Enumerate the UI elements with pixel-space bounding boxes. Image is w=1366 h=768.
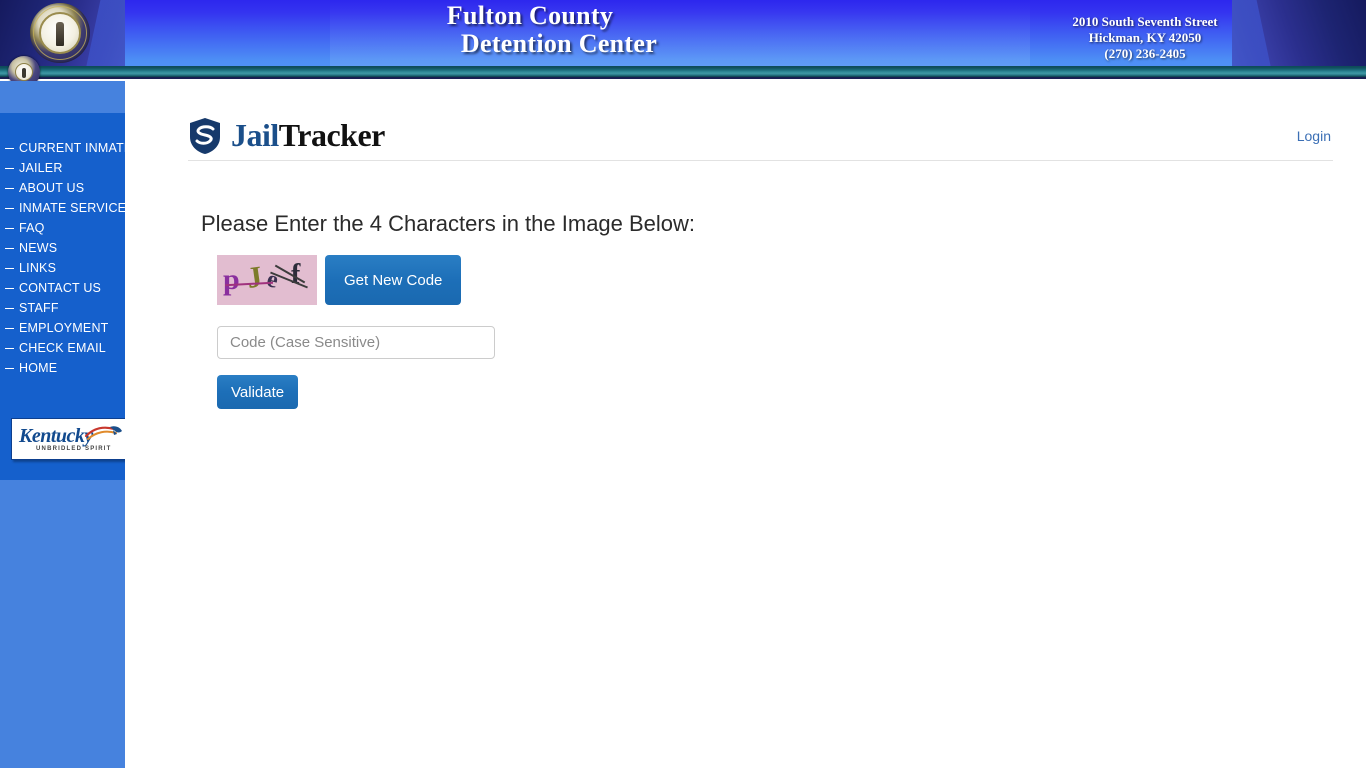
bullet-dash-icon	[5, 247, 14, 249]
captcha-char-3: e	[264, 266, 281, 294]
captcha-char-2: J	[244, 260, 265, 295]
bullet-dash-icon	[5, 367, 14, 369]
bullet-dash-icon	[5, 327, 14, 329]
bullet-dash-icon	[5, 207, 14, 209]
bullet-dash-icon	[5, 267, 14, 269]
login-link[interactable]: Login	[1297, 128, 1333, 144]
app-header: JailTracker Login	[188, 111, 1333, 161]
page-root: Fulton County Detention Center 2010 Sout…	[0, 0, 1366, 768]
jailtracker-wordmark: JailTracker	[231, 117, 385, 154]
banner-right-seal-panel	[1232, 0, 1366, 68]
kentucky-state-seal-icon	[30, 3, 90, 63]
sidebar-item-label: STAFF	[19, 301, 59, 315]
validate-button[interactable]: Validate	[217, 375, 299, 409]
address-line-1: 2010 South Seventh Street	[1072, 14, 1218, 29]
captcha-prompt: Please Enter the 4 Characters in the Ima…	[201, 211, 696, 236]
sidebar-item-label: CONTACT US	[19, 281, 102, 295]
sidebar-item-label: FAQ	[19, 221, 45, 235]
sidebar-item-label: NEWS	[19, 241, 58, 255]
captcha-image: p J e f	[217, 255, 317, 305]
address-line-2: Hickman, KY 42050	[1088, 30, 1202, 45]
facility-address: 2010 South Seventh Street Hickman, KY 42…	[1040, 14, 1250, 62]
bullet-dash-icon	[5, 287, 14, 289]
bullet-dash-icon	[5, 347, 14, 349]
sidebar-item-label: CHECK EMAIL	[19, 341, 106, 355]
bullet-dash-icon	[5, 227, 14, 229]
page-title: Fulton County Detention Center	[250, 2, 810, 58]
kentucky-logo-word: Kentucky	[19, 425, 93, 447]
bullet-dash-icon	[5, 187, 14, 189]
shield-icon	[190, 117, 220, 154]
sidebar-item-label: INMATE SERVICES	[19, 201, 135, 215]
teal-divider-bar	[0, 66, 1366, 79]
logo-text-tracker: Tracker	[278, 117, 386, 153]
main-content: JailTracker Login Please Enter the 4 Cha…	[125, 81, 1366, 768]
sidebar-item-label: CURRENT INMATES	[19, 141, 141, 155]
kentucky-unbridled-spirit-logo[interactable]: Kentucky UNBRIDLED SPIRIT	[11, 418, 129, 460]
jailtracker-logo[interactable]: JailTracker	[188, 117, 385, 155]
captcha-char-1: p	[223, 263, 240, 296]
bullet-dash-icon	[5, 167, 14, 169]
captcha-row: p J e f Get New Code	[217, 255, 462, 305]
logo-text-jail: Jail	[231, 117, 279, 153]
horse-swoosh-icon	[84, 426, 122, 440]
phone-number: (270) 236-2405	[1104, 46, 1186, 61]
kentucky-logo-tagline: UNBRIDLED SPIRIT	[36, 446, 112, 452]
page-title-line1: Fulton County	[446, 1, 614, 30]
sidebar-item-label: LINKS	[19, 261, 57, 275]
sidebar-item-label: HOME	[19, 361, 58, 375]
captcha-code-input[interactable]	[217, 326, 495, 359]
get-new-code-button[interactable]: Get New Code	[325, 255, 462, 305]
bullet-dash-icon	[5, 147, 14, 149]
sidebar-item-label: EMPLOYMENT	[19, 321, 109, 335]
sidebar-item-label: ABOUT US	[19, 181, 85, 195]
site-banner: Fulton County Detention Center 2010 Sout…	[0, 0, 1366, 68]
page-title-line2: Detention Center	[460, 29, 658, 58]
sidebar-item-label: JAILER	[19, 161, 63, 175]
bullet-dash-icon	[5, 307, 14, 309]
